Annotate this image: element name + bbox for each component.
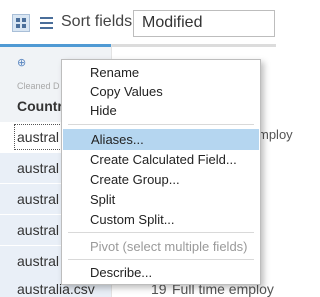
menu-item-label: Create Group... — [90, 172, 180, 187]
menu-item-label: Custom Split... — [90, 212, 175, 227]
grid-icon[interactable] — [12, 14, 30, 32]
menu-item-describe[interactable]: Describe... — [62, 262, 260, 283]
menu-separator — [68, 259, 254, 260]
column-accent-bar — [112, 44, 276, 47]
globe-icon: ⊕ — [17, 57, 27, 69]
cell-value: austral — [17, 222, 60, 238]
menu-item-hide[interactable]: Hide — [62, 100, 260, 121]
list-icon[interactable] — [38, 14, 56, 32]
menu-item-aliases[interactable]: Aliases... — [63, 129, 259, 150]
cell-value: austral — [17, 253, 60, 269]
menu-separator — [68, 124, 254, 125]
menu-item-copy-values[interactable]: Copy Values — [62, 81, 260, 102]
column-name: Countr — [17, 98, 63, 114]
menu-item-label: Hide — [90, 103, 117, 118]
menu-item-create-group[interactable]: Create Group... — [62, 169, 260, 190]
menu-item-split[interactable]: Split — [62, 189, 260, 210]
peek-text: mploy — [258, 127, 293, 142]
cell-value: austral — [17, 191, 60, 207]
column-source: Cleaned D — [17, 81, 60, 91]
menu-item-rename[interactable]: Rename — [62, 62, 260, 83]
sort-fields-label: Sort fields — [61, 13, 133, 30]
menu-item-create-calculated-field[interactable]: Create Calculated Field... — [62, 149, 260, 170]
menu-item-custom-split[interactable]: Custom Split... — [62, 209, 260, 230]
menu-item-label: Split — [90, 192, 116, 207]
menu-item-label: Copy Values — [90, 84, 163, 99]
menu-item-label: Pivot (select multiple fields) — [90, 239, 248, 254]
menu-item-label: Rename — [90, 65, 140, 80]
menu-item-label: Describe... — [90, 265, 153, 280]
menu-separator — [68, 232, 254, 233]
sort-fields-select[interactable]: Modified — [133, 10, 275, 37]
cell-value: austral — [17, 160, 60, 176]
cell-value: austral — [17, 129, 60, 145]
menu-item-label: Create Calculated Field... — [90, 152, 237, 167]
toolbar: Sort fields Modified — [0, 0, 275, 44]
context-menu: Rename Copy Values Hide Aliases... Creat… — [61, 59, 261, 285]
menu-item-label: Aliases... — [91, 132, 144, 147]
menu-item-pivot: Pivot (select multiple fields) — [62, 236, 260, 257]
